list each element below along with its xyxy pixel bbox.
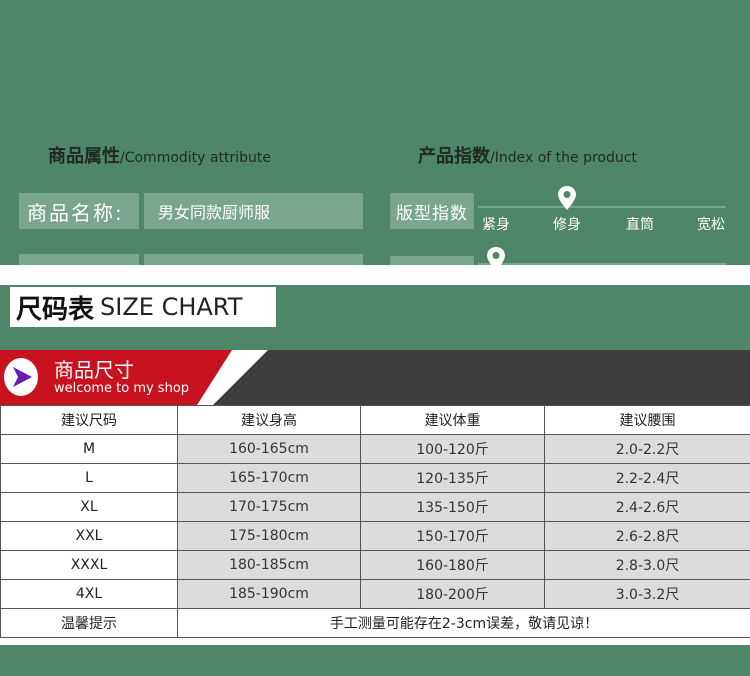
weight-cell: 100-120斤	[360, 434, 545, 464]
index-label-partial	[390, 256, 474, 265]
fit-option-tight: 紧身	[482, 217, 510, 233]
height-cell: 165-170cm	[177, 463, 361, 493]
product-attributes-section: 商品属性/Commodity attribute 商品名称: 男女同款厨师服 产…	[0, 0, 750, 265]
waist-cell: 2.2-2.4尺	[544, 463, 750, 493]
height-cell: 175-180cm	[177, 521, 361, 551]
table-row: XXL 175-180cm 150-170斤 2.6-2.8尺	[0, 521, 750, 551]
table-row: XXXL 180-185cm 160-180斤 2.8-3.0尺	[0, 550, 750, 580]
note-text: 手工测量可能存在2-3cm误差，敬请见谅！	[177, 608, 750, 638]
table-row: XL 170-175cm 135-150斤 2.4-2.6尺	[0, 492, 750, 522]
note-label: 温馨提示	[0, 608, 178, 638]
size-cell: 4XL	[0, 579, 178, 609]
product-size-banner: 商品尺寸 welcome to my shop	[0, 350, 750, 405]
column-header: 建议体重	[360, 405, 545, 435]
product-name-label: 商品名称:	[19, 193, 139, 229]
height-cell: 185-190cm	[177, 579, 361, 609]
size-cell: XXXL	[0, 550, 178, 580]
waist-cell: 2.4-2.6尺	[544, 492, 750, 522]
height-cell: 170-175cm	[177, 492, 361, 522]
column-header: 建议身高	[177, 405, 361, 435]
table-note-row: 温馨提示 手工测量可能存在2-3cm误差，敬请见谅！	[0, 608, 750, 638]
bottom-band	[0, 645, 750, 676]
banner-subtitle: welcome to my shop	[54, 381, 190, 396]
size-table: 建议尺码 建议身高 建议体重 建议腰围 M 160-165cm 100-120斤…	[0, 405, 750, 645]
size-cell: XL	[0, 492, 178, 522]
weight-cell: 160-180斤	[360, 550, 545, 580]
column-header: 建议腰围	[544, 405, 750, 435]
waist-cell: 2.0-2.2尺	[544, 434, 750, 464]
table-row: L 165-170cm 120-135斤 2.2-2.4尺	[0, 463, 750, 493]
size-cell: M	[0, 434, 178, 464]
size-chart-title: 尺码表 SIZE CHART	[10, 287, 276, 327]
column-header: 建议尺码	[0, 405, 178, 435]
location-pin-icon	[558, 186, 576, 210]
height-cell: 160-165cm	[177, 434, 361, 464]
waist-cell: 3.0-3.2尺	[544, 579, 750, 609]
fit-option-straight: 直筒	[626, 217, 654, 233]
play-arrow-icon	[4, 358, 38, 396]
attribute-label-partial	[19, 254, 139, 265]
divider-band	[0, 265, 750, 285]
location-pin-icon	[487, 247, 505, 265]
attribute-value-partial	[144, 254, 363, 265]
fit-scale-line	[478, 206, 726, 208]
attributes-title-zh: 商品属性	[48, 146, 120, 167]
weight-cell: 180-200斤	[360, 579, 545, 609]
fit-option-loose: 宽松	[697, 217, 725, 233]
size-chart-title-zh: 尺码表	[16, 294, 95, 325]
weight-cell: 120-135斤	[360, 463, 545, 493]
product-name-value: 男女同款厨师服	[144, 193, 363, 229]
index-title-en: /Index of the product	[490, 150, 637, 166]
fit-index-label: 版型指数	[390, 193, 474, 229]
attributes-title-en: /Commodity attribute	[120, 150, 271, 166]
waist-cell: 2.8-3.0尺	[544, 550, 750, 580]
table-row: M 160-165cm 100-120斤 2.0-2.2尺	[0, 434, 750, 464]
banner-title: 商品尺寸	[54, 358, 134, 382]
weight-cell: 150-170斤	[360, 521, 545, 551]
index-title: 产品指数/Index of the product	[418, 142, 637, 168]
fit-option-slim: 修身	[553, 217, 581, 233]
weight-cell: 135-150斤	[360, 492, 545, 522]
size-chart-title-en: SIZE CHART	[100, 293, 243, 321]
height-cell: 180-185cm	[177, 550, 361, 580]
attributes-title: 商品属性/Commodity attribute	[48, 142, 271, 168]
table-header-row: 建议尺码 建议身高 建议体重 建议腰围	[0, 405, 750, 435]
table-row: 4XL 185-190cm 180-200斤 3.0-3.2尺	[0, 579, 750, 609]
size-cell: L	[0, 463, 178, 493]
size-cell: XXL	[0, 521, 178, 551]
index-title-zh: 产品指数	[418, 146, 490, 167]
waist-cell: 2.6-2.8尺	[544, 521, 750, 551]
